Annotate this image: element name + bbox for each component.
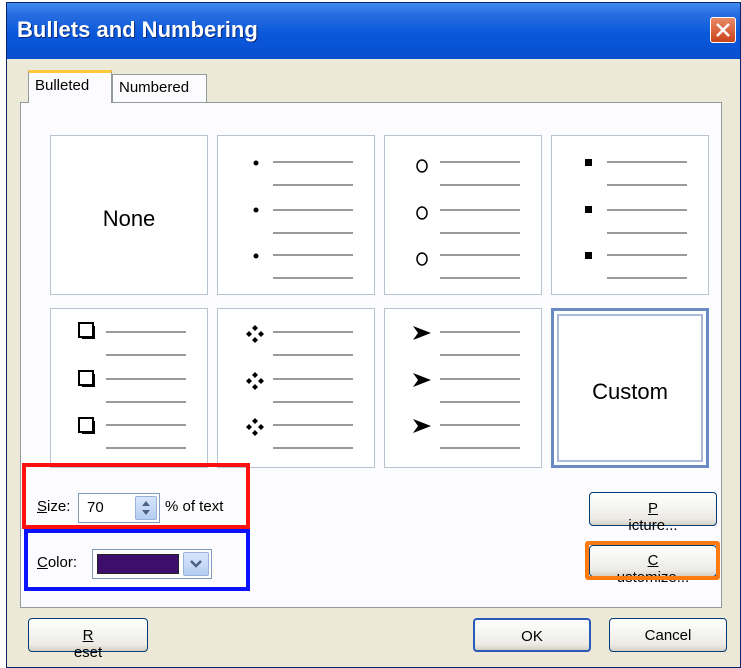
reset-button[interactable]: Reset: [28, 618, 148, 661]
bullet-option-square[interactable]: [551, 135, 709, 295]
tab-numbered[interactable]: Numbered: [112, 74, 207, 104]
reset-label-rest: eset: [73, 644, 103, 661]
title-bar[interactable]: Bullets and Numbering: [7, 3, 740, 59]
bullet-option-arrowhead[interactable]: [384, 308, 542, 468]
tab-bulleted-label: Bulleted: [35, 77, 90, 94]
custom-label: Custom: [592, 379, 668, 404]
window-title: Bullets and Numbering: [17, 17, 258, 42]
tab-numbered-label: Numbered: [119, 79, 190, 96]
picture-mnemonic: P: [647, 500, 658, 517]
picture-button[interactable]: Picture...: [589, 492, 717, 534]
close-button[interactable]: [710, 17, 736, 43]
dot-bullet-preview: [253, 160, 353, 279]
cancel-button[interactable]: Cancel: [609, 618, 727, 652]
tab-bulleted[interactable]: Bulleted: [28, 70, 112, 103]
four-diamond-bullet-preview: [246, 325, 353, 449]
circle-bullet-preview: [416, 159, 520, 279]
bullet-option-none[interactable]: None: [50, 135, 208, 295]
bullet-option-dot[interactable]: [217, 135, 375, 295]
arrowhead-bullet-preview: [413, 326, 520, 449]
bullet-option-custom[interactable]: Custom: [551, 308, 709, 468]
picture-label-rest: icture...: [628, 517, 678, 534]
bullet-option-circle[interactable]: [384, 135, 542, 295]
ok-button[interactable]: OK: [473, 618, 591, 652]
color-highlight-box: [24, 529, 250, 591]
ok-label: OK: [521, 628, 543, 645]
size-highlight-box: [22, 463, 250, 529]
close-icon: [716, 23, 730, 37]
cancel-label: Cancel: [644, 627, 692, 644]
none-label: None: [102, 206, 156, 231]
reset-mnemonic: R: [82, 627, 94, 644]
bullet-option-checkbox[interactable]: [50, 308, 208, 468]
square-bullet-preview: [585, 159, 687, 279]
bullet-option-four-diamond[interactable]: [217, 308, 375, 468]
checkbox-bullet-preview: [78, 322, 186, 449]
customize-highlight-box: [585, 541, 720, 580]
